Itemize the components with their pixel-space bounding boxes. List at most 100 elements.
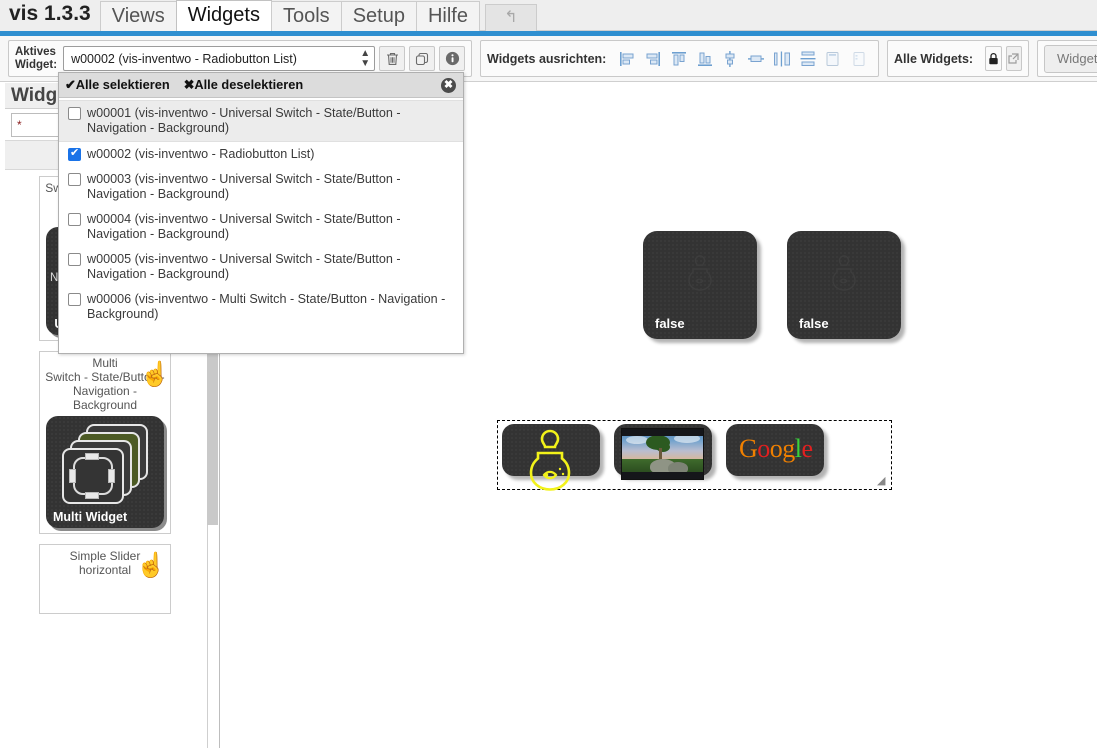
dropdown-item-label: w00005 (vis-inventwo - Universal Switch … [87, 252, 401, 281]
align-top-icon[interactable] [668, 46, 690, 72]
ring-nub-left [69, 469, 76, 483]
sidebar-scrollbar-thumb[interactable] [207, 350, 218, 525]
dropdown-item-w00003[interactable]: w00003 (vis-inventwo - Universal Switch … [59, 167, 463, 207]
close-icon[interactable]: ✖ [441, 78, 456, 93]
active-widget-select[interactable]: w00002 (vis-inventwo - Radiobutton List)… [63, 46, 376, 71]
top-tabbar: vis 1.3.3 Views Widgets Tools Setup Hilf… [0, 0, 1097, 31]
widgets-b-button[interactable]: Widgets B [1044, 44, 1097, 73]
tab-setup[interactable]: Setup [340, 1, 417, 31]
tab-hilfe[interactable]: Hilfe [415, 1, 480, 31]
ring-nub-top [85, 453, 99, 460]
dropdown-item-label: w00002 (vis-inventwo - Radiobutton List) [87, 147, 315, 161]
deselect-all-link[interactable]: ✖Alle deselektieren [184, 77, 304, 93]
landscape-photo-icon [621, 428, 704, 480]
google-letter-l: l [794, 434, 802, 463]
all-widgets-label: Alle Widgets: [894, 51, 974, 66]
active-widget-select-value: w00002 (vis-inventwo - Radiobutton List) [71, 51, 297, 66]
lamp-fishbowl-icon [688, 255, 712, 291]
photo-top-bar [622, 429, 703, 436]
widgets-extra-panel: Widgets B [1037, 40, 1097, 77]
canvas-widget-switch-1[interactable]: false [643, 231, 757, 339]
google-letter-g: g [782, 434, 795, 463]
google-letter-o1: o [757, 434, 770, 463]
distribute-vertical-icon[interactable] [797, 46, 819, 72]
tab-widgets[interactable]: Widgets [175, 0, 272, 31]
tab-views[interactable]: Views [99, 1, 177, 31]
google-logo-text: Google [739, 434, 813, 464]
x-icon: ✖ [183, 77, 195, 92]
canvas-widget-google[interactable]: Google [726, 424, 824, 476]
photo-cloud [626, 436, 648, 444]
same-width-icon[interactable] [822, 46, 844, 72]
canvas-widget-switch-2[interactable]: false [787, 231, 901, 339]
checkbox[interactable] [68, 253, 81, 266]
expand-all-widgets-button[interactable] [1005, 46, 1022, 71]
palette-card-title-line: Multi [92, 356, 118, 370]
align-center-vertical-icon[interactable] [719, 46, 741, 72]
checkbox[interactable] [68, 213, 81, 226]
dropdown-item-w00004[interactable]: w00004 (vis-inventwo - Universal Switch … [59, 207, 463, 247]
same-height-icon[interactable] [848, 46, 870, 72]
all-widgets-panel: Alle Widgets: [887, 40, 1029, 77]
undo-arrow-icon: ↰ [504, 9, 518, 26]
check-icon: ✔ [65, 77, 76, 92]
checkbox[interactable] [68, 173, 81, 186]
google-letter-e: e [801, 434, 814, 463]
google-letter-o2: o [769, 434, 783, 463]
dropdown-item-w00001[interactable]: w00001 (vis-inventwo - Universal Switch … [59, 100, 463, 142]
widget-state-text: false [799, 316, 829, 331]
palette-card-title: Simple Slider horizontal [43, 549, 167, 577]
dropdown-item-list: w00001 (vis-inventwo - Universal Switch … [59, 98, 463, 327]
widget-state-text: false [655, 316, 685, 331]
dropdown-header: ✔Alle selektieren ✖Alle deselektieren ✖ [59, 73, 463, 98]
select-all-link[interactable]: ✔Alle selektieren [65, 77, 170, 93]
dropdown-item-w00006[interactable]: w00006 (vis-inventwo - Multi Switch - St… [59, 287, 463, 327]
switch-ring-icon [73, 457, 113, 495]
tab-tools[interactable]: Tools [270, 1, 342, 31]
vis-editor-window: vis 1.3.3 Views Widgets Tools Setup Hilf… [0, 0, 1097, 748]
deselect-all-label: Alle deselektieren [194, 77, 304, 92]
palette-card-title-line: Navigation - [72, 384, 138, 398]
palette-card-simple-slider[interactable]: Simple Slider horizontal ☝ [39, 544, 171, 614]
palette-card-title: Multi Switch - State/Button - Navigation… [43, 356, 167, 412]
dropdown-item-w00002[interactable]: w00002 (vis-inventwo - Radiobutton List) [59, 142, 463, 167]
align-bottom-icon[interactable] [694, 46, 716, 72]
distribute-horizontal-icon[interactable] [771, 46, 793, 72]
delete-widget-button[interactable] [379, 46, 406, 71]
info-icon [445, 51, 459, 66]
photo-bottom-bar [622, 472, 703, 479]
active-widget-label-line1: Aktives [15, 45, 56, 58]
ring-nub-bottom [85, 492, 99, 499]
align-middle-horizontal-icon[interactable] [745, 46, 767, 72]
undo-button[interactable]: ↰ [484, 4, 537, 31]
align-left-icon[interactable] [616, 46, 638, 72]
trash-icon [386, 52, 398, 65]
dropdown-item-w00005[interactable]: w00005 (vis-inventwo - Universal Switch … [59, 247, 463, 287]
active-widget-label-line2: Widget: [15, 58, 58, 71]
checkbox[interactable] [68, 147, 81, 161]
widget-info-button[interactable] [439, 46, 466, 71]
chevron-updown-icon: ▲ ▼ [360, 47, 371, 69]
lock-icon [989, 52, 998, 65]
widget-multiselect-dropdown[interactable]: ✔Alle selektieren ✖Alle deselektieren ✖ … [58, 72, 464, 354]
copy-widget-button[interactable] [409, 46, 436, 71]
active-widget-label: Aktives Widget: [15, 46, 57, 72]
align-widgets-panel: Widgets ausrichten: [480, 40, 879, 77]
lock-all-widgets-button[interactable] [985, 46, 1002, 71]
align-widgets-label: Widgets ausrichten: [487, 51, 607, 66]
select-all-label: Alle selektieren [75, 77, 170, 92]
palette-card-title-line: Switch - State/Button - [45, 370, 165, 384]
checkbox[interactable] [68, 293, 81, 306]
palette-card-multi-widget[interactable]: Multi Switch - State/Button - Navigation… [39, 351, 171, 534]
resize-grip-icon[interactable]: ◢ [877, 475, 889, 487]
dropdown-item-label: w00003 (vis-inventwo - Universal Switch … [87, 172, 401, 201]
app-brand: vis 1.3.3 [0, 0, 100, 31]
palette-card-thumbnail: Multi Widget [46, 416, 164, 528]
checkbox[interactable] [68, 107, 81, 120]
palette-card-title-line: Background [72, 398, 138, 412]
dropdown-item-label: w00001 (vis-inventwo - Universal Switch … [87, 106, 401, 135]
thumb-name-label: Multi Widget [53, 510, 128, 524]
align-right-icon[interactable] [642, 46, 664, 72]
google-letter-G: G [739, 434, 758, 463]
palette-card-title-line: horizontal [78, 563, 132, 577]
